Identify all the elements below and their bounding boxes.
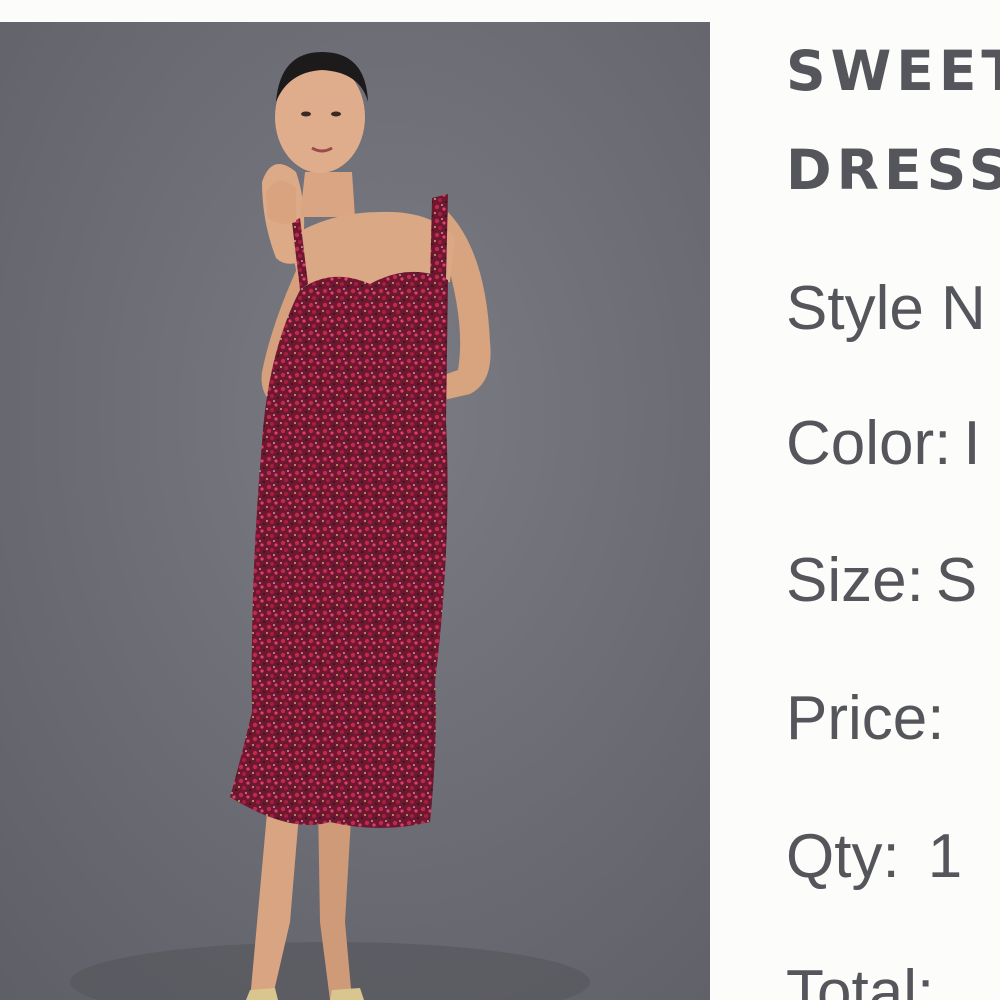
total-row: Total: <box>786 962 934 1000</box>
product-image[interactable] <box>0 22 710 1000</box>
style-number-label: Style N <box>786 274 986 343</box>
price-row: Price: <box>786 688 944 750</box>
product-title-line-1: SWEET <box>786 39 1000 103</box>
color-label: Color: <box>786 409 952 478</box>
price-label: Price: <box>786 684 945 753</box>
order-item-view: SWEET DRESS Style N Color:I Size:S Price… <box>0 0 1000 1000</box>
style-number-row: Style N <box>786 278 986 340</box>
quantity-row: Qty: 1 <box>786 826 962 888</box>
color-value: I <box>963 409 981 478</box>
quantity-value: 1 <box>927 822 963 891</box>
size-label: Size: <box>786 546 924 615</box>
quantity-label: Qty: <box>786 822 900 891</box>
product-title-line-2: DRESS <box>786 138 1000 202</box>
size-value: S <box>935 546 978 615</box>
total-label: Total: <box>786 958 935 1000</box>
color-row: Color: I <box>786 413 981 475</box>
product-photo-drawing <box>0 22 710 1000</box>
product-details-panel: SWEET DRESS Style N Color:I Size:S Price… <box>786 0 1000 1000</box>
size-row: Size: S <box>786 550 977 612</box>
